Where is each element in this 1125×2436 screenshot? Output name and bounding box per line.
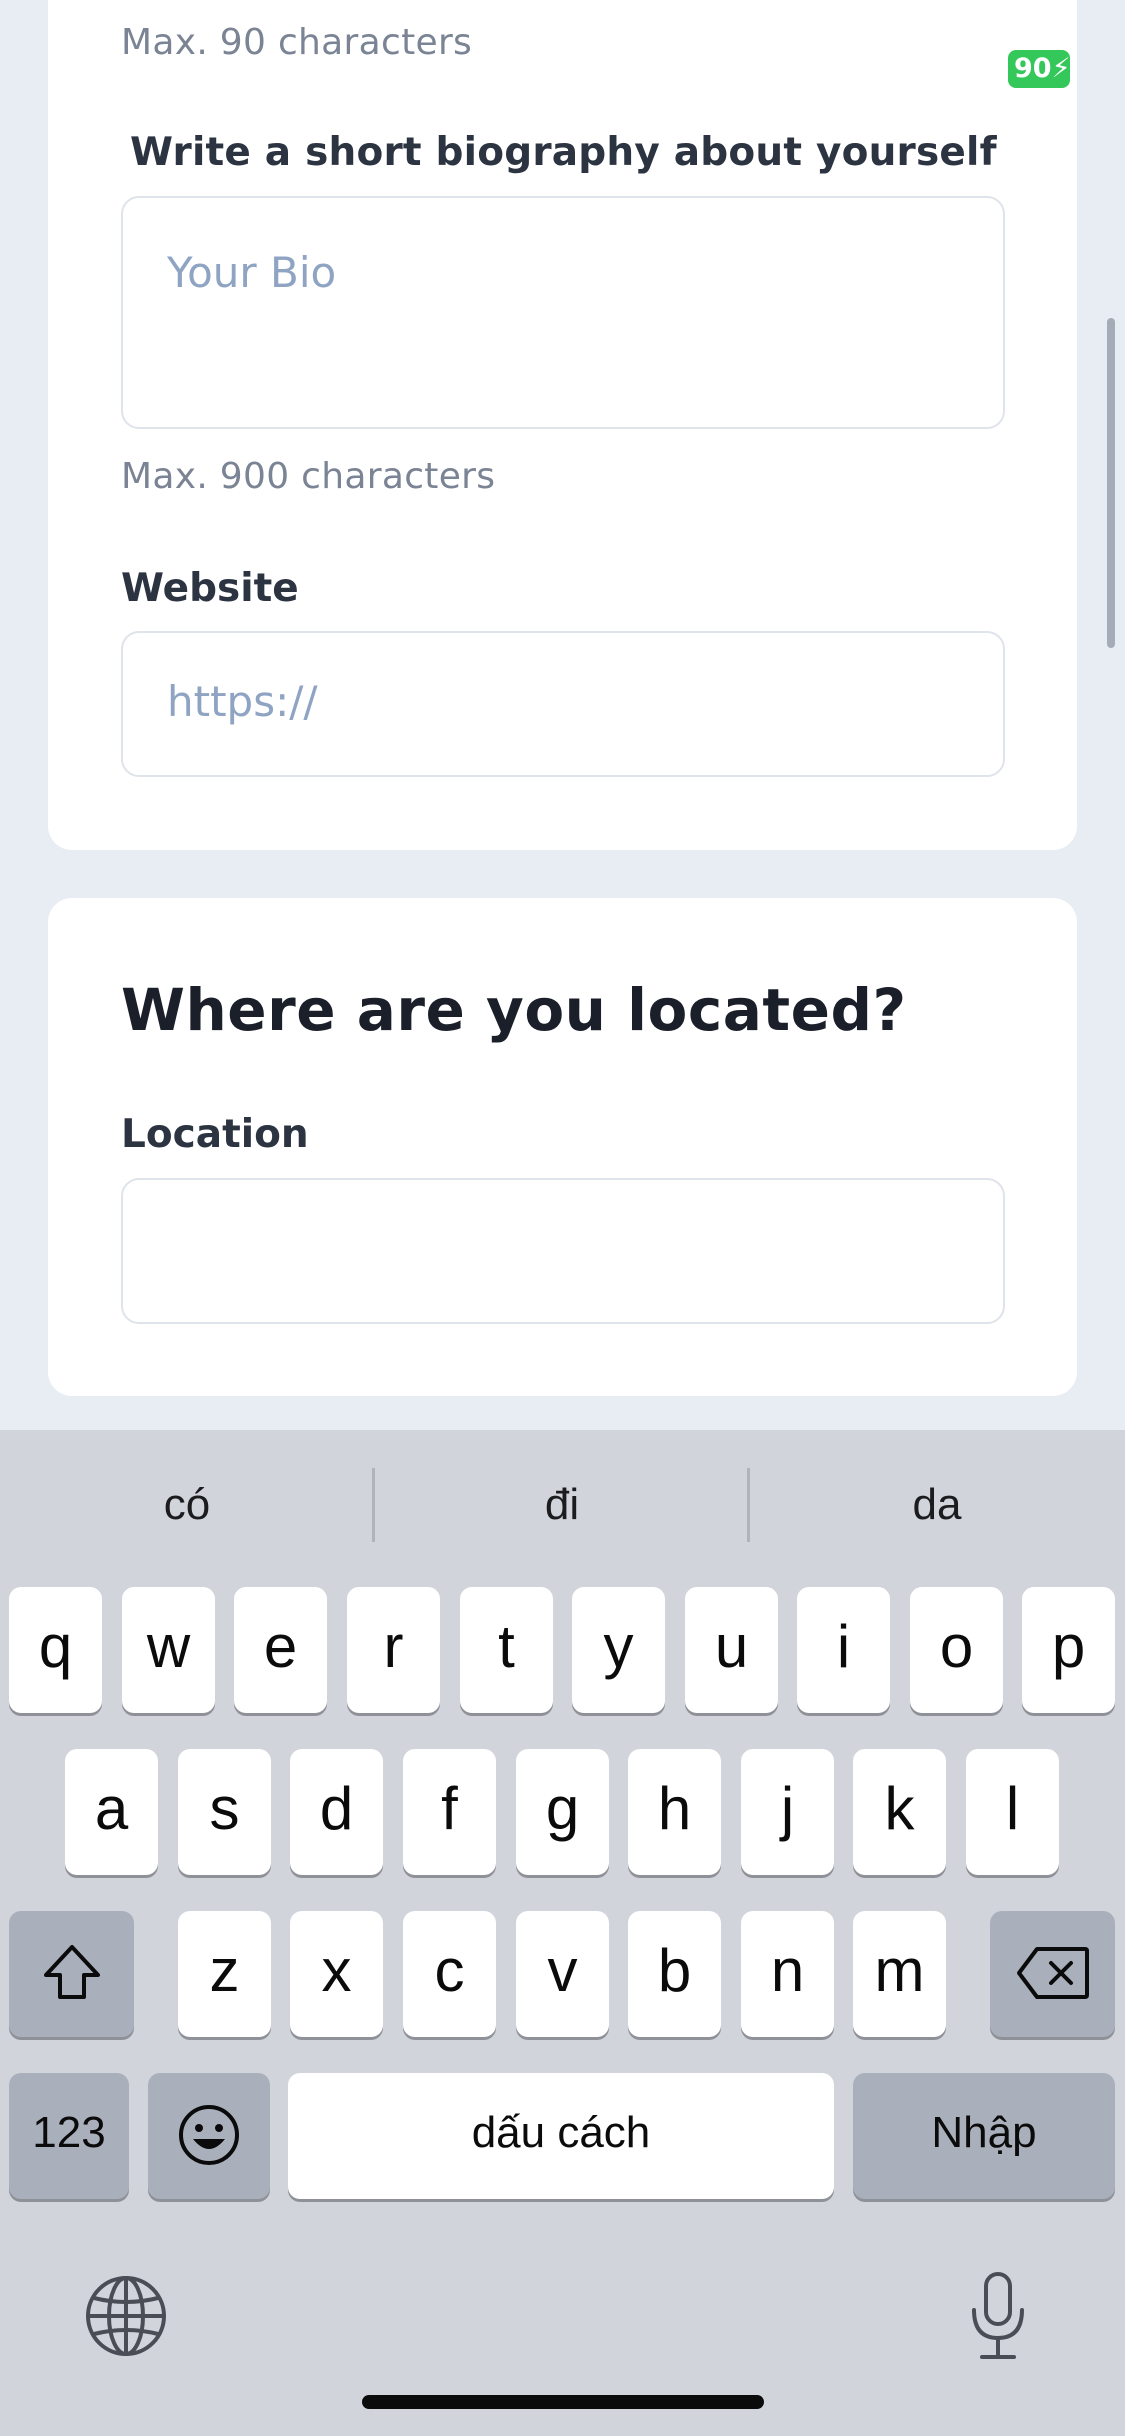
key-r[interactable]: r xyxy=(347,1587,440,1713)
delete-icon xyxy=(1016,1947,1089,1999)
key-h[interactable]: h xyxy=(628,1749,721,1875)
key-w[interactable]: w xyxy=(122,1587,215,1713)
space-key[interactable]: dấu cách xyxy=(288,2073,834,2199)
key-v[interactable]: v xyxy=(516,1911,609,2037)
key-g[interactable]: g xyxy=(516,1749,609,1875)
key-s[interactable]: s xyxy=(178,1749,271,1875)
emoji-key[interactable] xyxy=(148,2073,270,2199)
key-m[interactable]: m xyxy=(853,1911,946,2037)
suggestion-2[interactable]: đi xyxy=(375,1430,749,1580)
key-o[interactable]: o xyxy=(910,1587,1003,1713)
microphone-icon xyxy=(972,2272,1024,2359)
key-f[interactable]: f xyxy=(403,1749,496,1875)
shift-icon xyxy=(43,1945,100,1999)
bio-textarea[interactable]: Your Bio xyxy=(121,196,1005,429)
location-section-title: Where are you located? xyxy=(121,976,907,1044)
home-indicator[interactable] xyxy=(362,2395,764,2409)
website-input[interactable]: https:// xyxy=(121,631,1005,777)
key-b[interactable]: b xyxy=(628,1911,721,2037)
keyboard: có đi da q w e r t y u i o p a s d f g h… xyxy=(0,1430,1125,2436)
shift-key[interactable] xyxy=(9,1911,134,2037)
title-character-limit-hint: Max. 90 characters xyxy=(121,22,473,63)
website-label: Website xyxy=(121,566,299,611)
key-y[interactable]: y xyxy=(572,1587,665,1713)
numbers-key[interactable]: 123 xyxy=(9,2073,129,2199)
suggestion-3[interactable]: da xyxy=(750,1430,1124,1580)
bio-label: Write a short biography about yourself xyxy=(130,130,997,175)
emoji-icon xyxy=(179,2105,239,2165)
key-k[interactable]: k xyxy=(853,1749,946,1875)
key-e[interactable]: e xyxy=(234,1587,327,1713)
location-input[interactable] xyxy=(121,1178,1005,1324)
key-z[interactable]: z xyxy=(178,1911,271,2037)
key-i[interactable]: i xyxy=(797,1587,890,1713)
bio-character-limit-hint: Max. 900 characters xyxy=(121,456,496,497)
key-c[interactable]: c xyxy=(403,1911,496,2037)
location-label: Location xyxy=(121,1112,309,1157)
globe-button[interactable] xyxy=(84,2274,168,2358)
suggestion-bar: có đi da xyxy=(0,1430,1125,1580)
key-x[interactable]: x xyxy=(290,1911,383,2037)
scrollbar[interactable] xyxy=(1107,318,1115,648)
key-u[interactable]: u xyxy=(685,1587,778,1713)
return-key[interactable]: Nhập xyxy=(853,2073,1115,2199)
key-d[interactable]: d xyxy=(290,1749,383,1875)
globe-icon xyxy=(86,2276,166,2356)
bio-placeholder: Your Bio xyxy=(167,248,337,297)
key-q[interactable]: q xyxy=(9,1587,102,1713)
delete-key[interactable] xyxy=(990,1911,1115,2037)
website-placeholder: https:// xyxy=(167,677,318,726)
key-n[interactable]: n xyxy=(741,1911,834,2037)
key-p[interactable]: p xyxy=(1022,1587,1115,1713)
microphone-button[interactable] xyxy=(970,2270,1026,2362)
battery-indicator: 90⚡ xyxy=(1008,50,1070,88)
suggestion-1[interactable]: có xyxy=(0,1430,374,1580)
key-j[interactable]: j xyxy=(741,1749,834,1875)
key-t[interactable]: t xyxy=(460,1587,553,1713)
key-a[interactable]: a xyxy=(65,1749,158,1875)
key-l[interactable]: l xyxy=(966,1749,1059,1875)
